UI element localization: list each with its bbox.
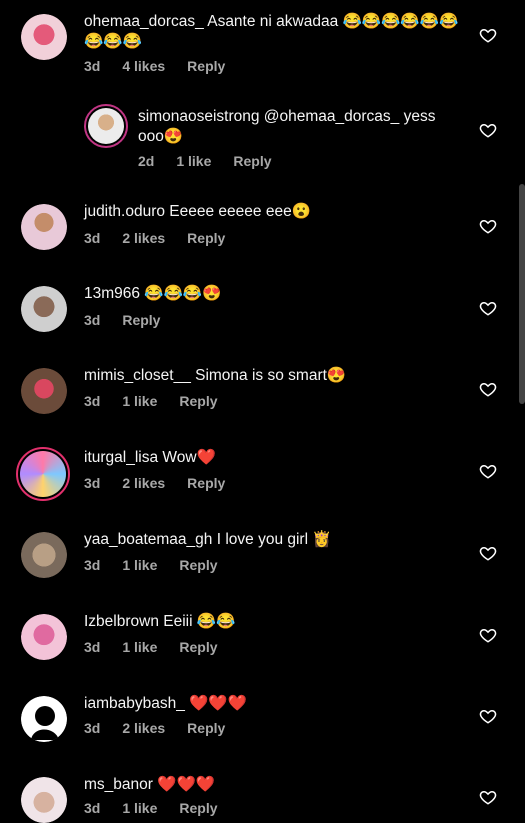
comment-text: mimis_closet__ Simona is so smart😍 [84, 367, 347, 384]
comment-meta: 2d 1 like Reply [138, 153, 294, 169]
comment-meta: 3d 2 likes Reply [84, 230, 247, 246]
comment-text: iambabybash_ ❤️❤️❤️ [84, 695, 248, 712]
comment-text: judith.oduro Eeeee eeeee eee😮 [84, 203, 312, 220]
like-count[interactable]: 2 likes [122, 720, 165, 736]
avatar[interactable] [16, 447, 70, 501]
reply-button[interactable]: Reply [179, 800, 217, 816]
heart-outline-icon[interactable] [479, 626, 497, 644]
avatar[interactable] [21, 614, 67, 660]
reply-button[interactable]: Reply [179, 393, 217, 409]
avatar[interactable] [21, 777, 67, 823]
heart-outline-icon[interactable] [479, 788, 497, 806]
avatar[interactable] [21, 368, 67, 414]
like-count[interactable]: 1 like [122, 800, 157, 816]
comment-meta: 3d 2 likes Reply [84, 475, 247, 491]
comment-meta: 3d 4 likes Reply [84, 58, 247, 74]
comment-text: 13m966 😂😂😂😍 [84, 285, 222, 302]
comment-text: ms_banor ❤️❤️❤️ [84, 776, 216, 793]
timestamp: 3d [84, 58, 101, 74]
heart-outline-icon[interactable] [479, 217, 497, 235]
timestamp: 3d [84, 557, 101, 573]
heart-outline-icon[interactable] [479, 299, 497, 317]
comment-meta: 3d Reply [84, 312, 182, 328]
comment-text: iturgal_lisa Wow❤️ [84, 449, 216, 466]
avatar[interactable] [21, 696, 67, 742]
timestamp: 3d [84, 312, 101, 328]
avatar[interactable] [21, 532, 67, 578]
heart-outline-icon[interactable] [479, 544, 497, 562]
heart-outline-icon[interactable] [479, 121, 497, 139]
like-count[interactable]: 1 like [176, 153, 211, 169]
comment-meta: 3d 1 like Reply [84, 800, 240, 816]
avatar[interactable] [84, 104, 128, 148]
avatar[interactable] [21, 204, 67, 250]
comment-text: Izbelbrown Eeiii 😂😂 [84, 613, 236, 630]
timestamp: 3d [84, 720, 101, 736]
timestamp: 3d [84, 800, 101, 816]
comment-text: simonaoseistrong @ohemaa_dorcas_ yess oo… [138, 108, 436, 145]
avatar[interactable] [21, 14, 67, 60]
like-count[interactable]: 1 like [122, 393, 157, 409]
avatar[interactable] [21, 286, 67, 332]
reply-button[interactable]: Reply [187, 720, 225, 736]
comment-text: ohemaa_dorcas_ Asante ni akwadaa 😂😂😂😂😂😂😂… [84, 13, 459, 50]
comment-meta: 3d 1 like Reply [84, 393, 240, 409]
reply-button[interactable]: Reply [179, 639, 217, 655]
timestamp: 2d [138, 153, 155, 169]
comment-meta: 3d 1 like Reply [84, 639, 240, 655]
timestamp: 3d [84, 230, 101, 246]
comment-meta: 3d 2 likes Reply [84, 720, 247, 736]
silhouette-icon [31, 706, 59, 740]
reply-button[interactable]: Reply [187, 230, 225, 246]
like-count[interactable]: 1 like [122, 557, 157, 573]
like-count[interactable]: 2 likes [122, 230, 165, 246]
like-count[interactable]: 2 likes [122, 475, 165, 491]
timestamp: 3d [84, 639, 101, 655]
reply-button[interactable]: Reply [179, 557, 217, 573]
heart-outline-icon[interactable] [479, 707, 497, 725]
like-count[interactable]: 4 likes [122, 58, 165, 74]
timestamp: 3d [84, 475, 101, 491]
timestamp: 3d [84, 393, 101, 409]
comment-text: yaa_boatemaa_gh I love you girl 👸 [84, 531, 332, 548]
reply-button[interactable]: Reply [122, 312, 160, 328]
reply-button[interactable]: Reply [187, 475, 225, 491]
reply-button[interactable]: Reply [187, 58, 225, 74]
reply-button[interactable]: Reply [233, 153, 271, 169]
comment-meta: 3d 1 like Reply [84, 557, 240, 573]
heart-outline-icon[interactable] [479, 462, 497, 480]
heart-outline-icon[interactable] [479, 380, 497, 398]
like-count[interactable]: 1 like [122, 639, 157, 655]
scrollbar[interactable] [519, 184, 525, 404]
heart-outline-icon[interactable] [479, 26, 497, 44]
